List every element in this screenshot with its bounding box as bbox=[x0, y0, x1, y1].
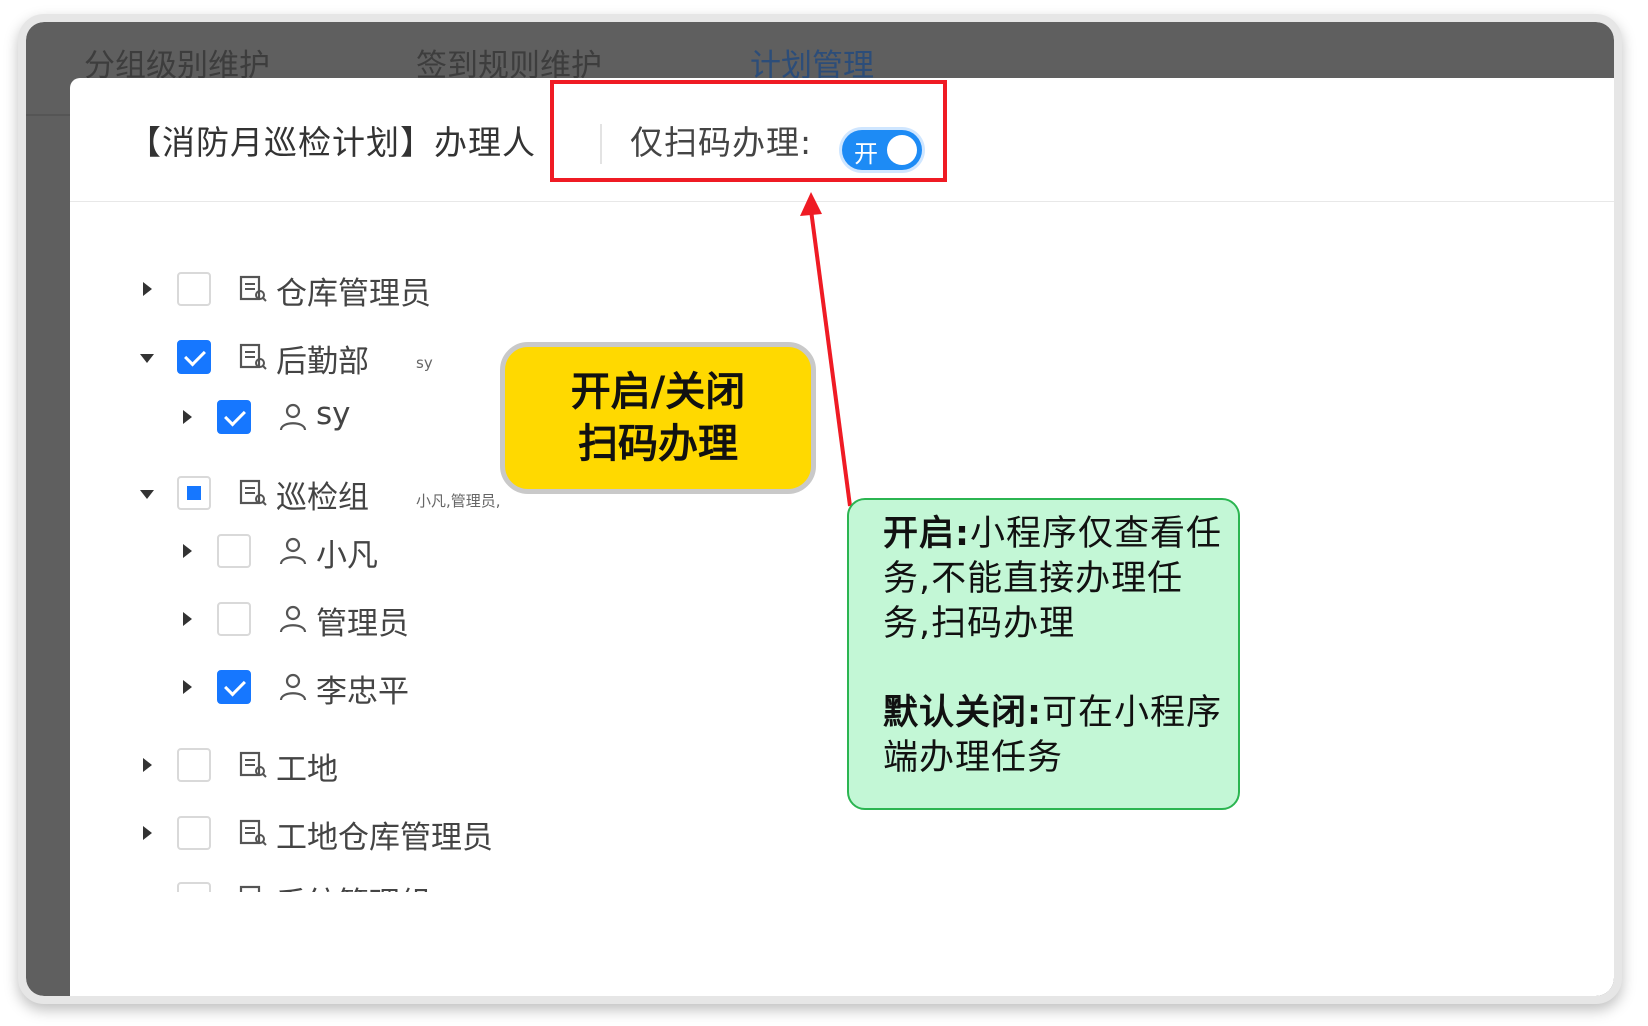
arrow-head bbox=[800, 192, 822, 216]
yellow-callout-line1: 开启/关闭 bbox=[570, 369, 746, 415]
yellow-callout-line2: 扫码办理 bbox=[578, 421, 738, 467]
arrow-line bbox=[809, 209, 852, 507]
green-callout-p1: 开启:小程序仅查看任务,不能直接办理任务,扫码办理 bbox=[883, 512, 1224, 647]
annotation-arrow bbox=[800, 192, 852, 507]
green-callout-p2-bold: 默认关闭: bbox=[883, 693, 1042, 733]
green-callout: 开启:小程序仅查看任务,不能直接办理任务,扫码办理 默认关闭:可在小程序端办理任… bbox=[847, 498, 1240, 810]
green-callout-p1-bold: 开启: bbox=[883, 514, 970, 554]
green-callout-p2: 默认关闭:可在小程序端办理任务 bbox=[883, 691, 1224, 781]
yellow-callout: 开启/关闭 扫码办理 bbox=[500, 342, 816, 494]
